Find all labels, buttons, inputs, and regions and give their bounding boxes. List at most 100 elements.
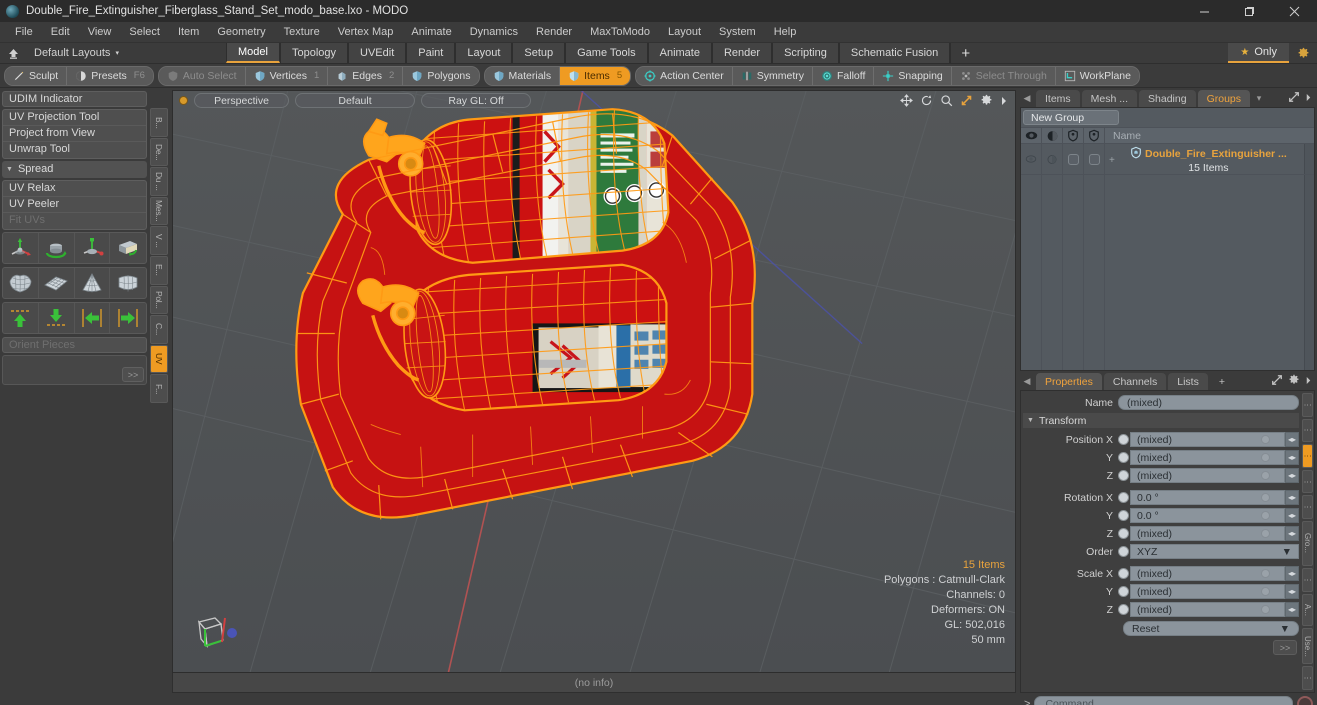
tab-properties[interactable]: Properties [1036, 373, 1102, 390]
expand-properties-icon[interactable] [1271, 374, 1283, 389]
position-z-spinner[interactable]: ◂▸ [1285, 468, 1299, 483]
raygl-dropdown[interactable]: Ray GL: Off [421, 93, 531, 108]
rotation-z-input[interactable]: (mixed) [1130, 526, 1285, 541]
tab-scroll-left-icon[interactable]: ◀ [1020, 90, 1034, 107]
only-toggle-button[interactable]: ★ Only [1228, 43, 1289, 63]
panel-menu-chevron-icon[interactable] [1305, 93, 1312, 105]
vtab-polygon[interactable]: Pol... [150, 285, 168, 315]
vtab-fusion[interactable]: F... [150, 374, 168, 403]
maximize-button[interactable] [1227, 0, 1272, 22]
vtab-curve[interactable]: C... [150, 315, 168, 344]
order-key-toggle[interactable] [1118, 546, 1129, 557]
spread-section-header[interactable]: ▼ Spread [2, 161, 147, 178]
project-from-view-row[interactable]: Project from View [3, 126, 146, 142]
add-layout-button[interactable]: + [950, 43, 981, 63]
polygons-button[interactable]: Polygons [403, 66, 479, 85]
default-layouts-dropdown[interactable]: Default Layouts ▾ [26, 43, 226, 63]
uv-cube-grid-icon[interactable] [110, 268, 146, 298]
vtab-deform[interactable]: De... [150, 137, 168, 167]
properties-expand-button[interactable]: >> [1273, 640, 1297, 655]
menu-maxtomodo[interactable]: MaxToModo [581, 22, 659, 43]
uv-rotate-icon[interactable] [39, 233, 75, 263]
eye-icon[interactable] [1021, 128, 1042, 143]
3d-viewport[interactable]: Perspective Default Ray GL: Off 15 Items… [172, 90, 1016, 673]
layout-tab-layout[interactable]: Layout [455, 43, 513, 63]
chevron-right-icon[interactable] [1000, 96, 1008, 109]
vertices-button[interactable]: Vertices 1 [245, 66, 329, 85]
layout-tab-animate[interactable]: Animate [647, 43, 712, 63]
action-center-button[interactable]: Action Center [636, 66, 733, 85]
table-row[interactable]: + Double_Fire_Extinguisher ... 15 Items [1021, 144, 1314, 175]
align-left-icon[interactable] [75, 303, 111, 333]
menu-layout[interactable]: Layout [659, 22, 710, 43]
tab-channels[interactable]: Channels [1103, 373, 1167, 390]
visibility-icon[interactable] [1084, 128, 1105, 143]
menu-animate[interactable]: Animate [402, 22, 460, 43]
layout-tab-render[interactable]: Render [711, 43, 773, 63]
svtab-7[interactable]: ⋮ [1302, 568, 1313, 592]
vtab-duplicate[interactable]: Du ... [150, 167, 168, 196]
rotation-x-spinner[interactable]: ◂▸ [1285, 490, 1299, 505]
uv-cone-grid-icon[interactable] [75, 268, 111, 298]
layout-tab-setup[interactable]: Setup [512, 43, 566, 63]
projection-dropdown[interactable]: Perspective [194, 93, 289, 108]
tab-overflow-chevron-icon[interactable]: ▾ [1252, 90, 1266, 107]
rotation-z-spinner[interactable]: ◂▸ [1285, 526, 1299, 541]
expand-more-button[interactable]: >> [122, 367, 144, 382]
close-button[interactable] [1272, 0, 1317, 22]
tab-mesh-ops[interactable]: Mesh ... [1081, 90, 1138, 107]
menu-edit[interactable]: Edit [42, 22, 79, 43]
rotation-z-key-toggle[interactable] [1118, 528, 1129, 539]
edges-button[interactable]: Edges 2 [328, 66, 404, 85]
properties-gear-icon[interactable] [1288, 374, 1300, 389]
snapping-button[interactable]: Snapping [874, 66, 952, 85]
svtab-10[interactable]: ⋮ [1302, 666, 1313, 690]
position-x-input[interactable]: (mixed) [1130, 432, 1285, 447]
scale-z-spinner[interactable]: ◂▸ [1285, 602, 1299, 617]
rotation-y-key-toggle[interactable] [1118, 510, 1129, 521]
order-dropdown[interactable]: XYZ ▼ [1130, 544, 1299, 559]
scale-z-key-toggle[interactable] [1118, 604, 1129, 615]
align-down-icon[interactable] [39, 303, 75, 333]
menu-help[interactable]: Help [765, 22, 806, 43]
minimize-button[interactable] [1182, 0, 1227, 22]
uv-scale-icon[interactable] [75, 233, 111, 263]
svtab-1[interactable]: ⋮ [1302, 393, 1313, 417]
expand-panel-icon[interactable] [1288, 91, 1300, 106]
pan-icon[interactable] [900, 94, 913, 110]
scale-x-input[interactable]: (mixed) [1130, 566, 1285, 581]
layout-tab-topology[interactable]: Topology [279, 43, 349, 63]
falloff-button[interactable]: Falloff [812, 66, 875, 85]
home-icon[interactable] [0, 43, 26, 63]
properties-menu-chevron-icon[interactable] [1305, 376, 1312, 388]
svtab-3[interactable]: ⋮ [1302, 444, 1313, 468]
expander-plus-icon[interactable]: + [1109, 155, 1115, 166]
axis-orientation-gizmo[interactable] [189, 606, 245, 652]
gear-icon[interactable] [980, 94, 993, 110]
shadow-icon[interactable] [1063, 128, 1084, 143]
scale-x-key-toggle[interactable] [1118, 568, 1129, 579]
menu-render[interactable]: Render [527, 22, 581, 43]
auto-select-button[interactable]: Auto Select [158, 66, 246, 85]
reset-dropdown[interactable]: Reset ▼ [1123, 621, 1299, 636]
uv-peeler-row[interactable]: UV Peeler [3, 197, 146, 213]
position-z-input[interactable]: (mixed) [1130, 468, 1285, 483]
align-right-icon[interactable] [110, 303, 146, 333]
position-y-key-toggle[interactable] [1118, 452, 1129, 463]
render-icon[interactable] [1042, 128, 1063, 143]
position-x-key-toggle[interactable] [1118, 434, 1129, 445]
menu-texture[interactable]: Texture [275, 22, 329, 43]
menu-file[interactable]: File [6, 22, 42, 43]
row-eye-toggle[interactable] [1021, 144, 1042, 174]
tab-add-button[interactable]: + [1210, 373, 1234, 390]
vtab-edge[interactable]: E... [150, 255, 168, 285]
svtab-user[interactable]: Use... [1302, 627, 1313, 665]
vtab-mesh[interactable]: Mes... [150, 196, 168, 226]
row-visibility-checkbox[interactable] [1084, 144, 1105, 174]
layout-tab-paint[interactable]: Paint [406, 43, 456, 63]
menu-item[interactable]: Item [169, 22, 208, 43]
name-input[interactable]: (mixed) [1118, 395, 1299, 410]
presets-button[interactable]: Presets F6 [67, 66, 153, 85]
groups-list-scrollbar[interactable] [1304, 144, 1314, 174]
menu-view[interactable]: View [79, 22, 121, 43]
